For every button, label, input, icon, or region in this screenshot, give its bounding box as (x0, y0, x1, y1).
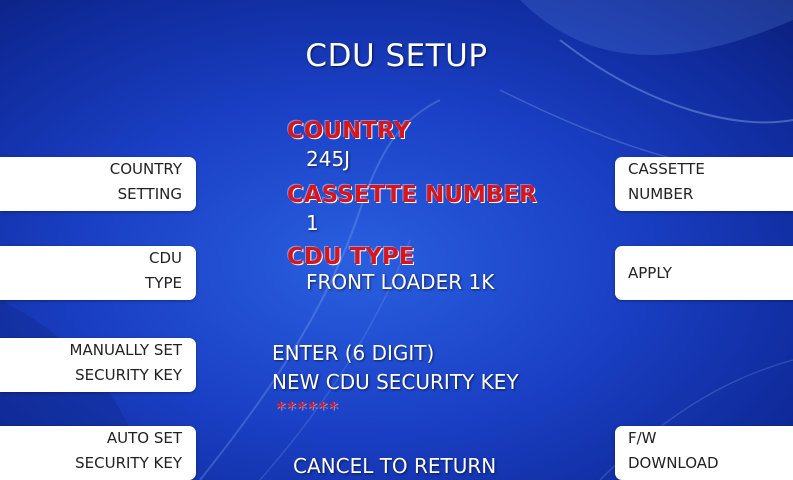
fw-download-button[interactable]: F/W DOWNLOAD (615, 426, 793, 480)
button-label-line1: AUTO SET (106, 429, 182, 447)
button-label-line2: TYPE (145, 274, 182, 292)
cancel-to-return-text: CANCEL TO RETURN (293, 454, 497, 478)
apply-button[interactable]: APPLY (615, 246, 793, 300)
button-label-line1: COUNTRY (109, 160, 182, 178)
button-label-line2: SECURITY KEY (75, 366, 182, 384)
country-label: COUNTRY (287, 118, 411, 144)
country-value: 245J (306, 147, 351, 171)
prompt-line-1: ENTER (6 DIGIT) (272, 341, 435, 365)
button-label-line2: NUMBER (628, 185, 694, 203)
cdu-type-label: CDU TYPE (287, 244, 415, 270)
button-label-line1: MANUALLY SET (69, 341, 182, 359)
button-label-line2: SECURITY KEY (75, 454, 182, 472)
page-title: CDU SETUP (305, 38, 488, 74)
auto-set-security-key-button[interactable]: AUTO SET SECURITY KEY (0, 426, 196, 480)
button-label-line2: SETTING (117, 185, 182, 203)
button-label-line1: CDU (148, 249, 182, 267)
button-label-line2: DOWNLOAD (628, 454, 719, 472)
cdu-type-button[interactable]: CDU TYPE (0, 246, 196, 300)
cdu-setup-screen: CDU SETUP COUNTRY 245J CASSETTE NUMBER 1… (0, 0, 793, 480)
cassette-number-label: CASSETTE NUMBER (287, 182, 537, 208)
country-setting-button[interactable]: COUNTRY SETTING (0, 157, 196, 211)
button-label-line1: CASSETTE (628, 160, 705, 178)
security-key-input[interactable]: ****** (276, 398, 339, 420)
cassette-number-button[interactable]: CASSETTE NUMBER (615, 157, 793, 211)
cdu-type-value: FRONT LOADER 1K (306, 270, 495, 294)
button-label-line1: APPLY (628, 264, 672, 282)
prompt-line-2: NEW CDU SECURITY KEY (272, 370, 519, 394)
manually-set-security-key-button[interactable]: MANUALLY SET SECURITY KEY (0, 338, 196, 392)
button-label-line1: F/W (628, 429, 657, 447)
cassette-number-value: 1 (306, 211, 319, 235)
